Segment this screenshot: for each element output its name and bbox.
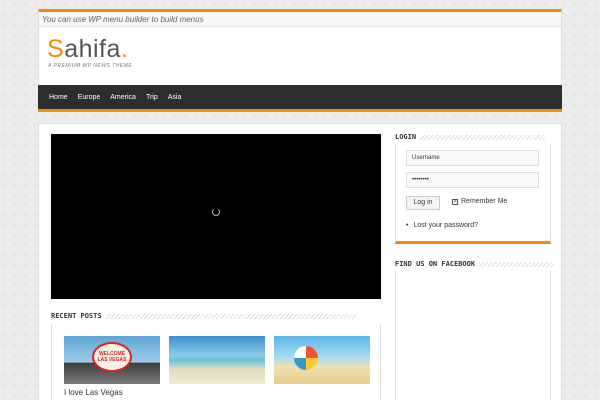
logo-dot: . bbox=[120, 35, 129, 63]
nav-item-trip[interactable]: Trip bbox=[141, 84, 163, 111]
vegas-sign-image: WELCOME LAS VEGAS bbox=[92, 342, 132, 372]
login-title: LOGIN bbox=[395, 133, 417, 141]
main-nav: Home Europe America Trip Asia bbox=[38, 85, 562, 112]
lost-password-link[interactable]: Lost your password? bbox=[413, 222, 478, 229]
page-wrapper: You can use WP menu builder to build men… bbox=[38, 9, 562, 400]
top-notice-bar: You can use WP menu builder to build men… bbox=[38, 9, 562, 27]
loading-spinner-icon bbox=[212, 208, 220, 216]
post-thumbnail-beach-ball[interactable] bbox=[274, 336, 370, 384]
username-field[interactable]: Username bbox=[406, 150, 539, 166]
top-notice-text: You can use WP menu builder to build men… bbox=[42, 15, 204, 24]
post-thumbnail-las-vegas[interactable]: WELCOME LAS VEGAS bbox=[64, 336, 160, 384]
logo-text: ahifa bbox=[64, 35, 121, 63]
site-tagline: A PREMIUM WP NEWS THEME bbox=[48, 63, 133, 69]
facebook-widget bbox=[395, 271, 551, 400]
recent-posts-title: RECENT POSTS bbox=[51, 312, 102, 320]
login-heading: LOGIN bbox=[395, 133, 546, 141]
heading-stripes bbox=[479, 261, 555, 267]
nav-item-asia[interactable]: Asia bbox=[163, 84, 187, 111]
password-field[interactable]: •••••••• bbox=[406, 172, 539, 188]
checkbox-icon: ✓ bbox=[452, 198, 459, 205]
heading-stripes bbox=[105, 313, 356, 319]
facebook-heading: FIND US ON FACEBOOK bbox=[395, 260, 555, 268]
login-button[interactable]: Log in bbox=[406, 196, 440, 210]
beach-ball-image bbox=[294, 346, 318, 370]
remember-me-label: Remember Me bbox=[461, 198, 508, 205]
nav-item-europe[interactable]: Europe bbox=[73, 84, 106, 111]
lost-password-item: • Lost your password? bbox=[406, 222, 478, 229]
remember-me-checkbox[interactable]: ✓ Remember Me bbox=[452, 198, 507, 205]
video-player[interactable] bbox=[51, 134, 381, 299]
logo-first-letter: S bbox=[47, 35, 65, 63]
nav-item-home[interactable]: Home bbox=[44, 84, 73, 111]
heading-stripes bbox=[420, 134, 546, 140]
recent-posts-box: WELCOME LAS VEGAS I love Las Vegas bbox=[51, 324, 381, 400]
site-logo[interactable]: Sahifa. bbox=[47, 35, 128, 63]
site-header: Sahifa. A PREMIUM WP NEWS THEME bbox=[38, 27, 562, 85]
nav-item-america[interactable]: America bbox=[105, 84, 141, 111]
recent-posts-heading: RECENT POSTS bbox=[51, 312, 356, 320]
vegas-sign-main: LAS VEGAS bbox=[97, 357, 127, 363]
post-thumbnail-beach[interactable] bbox=[169, 336, 265, 384]
post-title-link[interactable]: I love Las Vegas bbox=[64, 388, 123, 397]
bullet-icon: • bbox=[406, 222, 409, 229]
facebook-title: FIND US ON FACEBOOK bbox=[395, 260, 476, 268]
login-widget: Username •••••••• Log in ✓ Remember Me •… bbox=[395, 144, 551, 244]
main-content: RECENT POSTS WELCOME LAS VEGAS I love La… bbox=[38, 123, 562, 400]
